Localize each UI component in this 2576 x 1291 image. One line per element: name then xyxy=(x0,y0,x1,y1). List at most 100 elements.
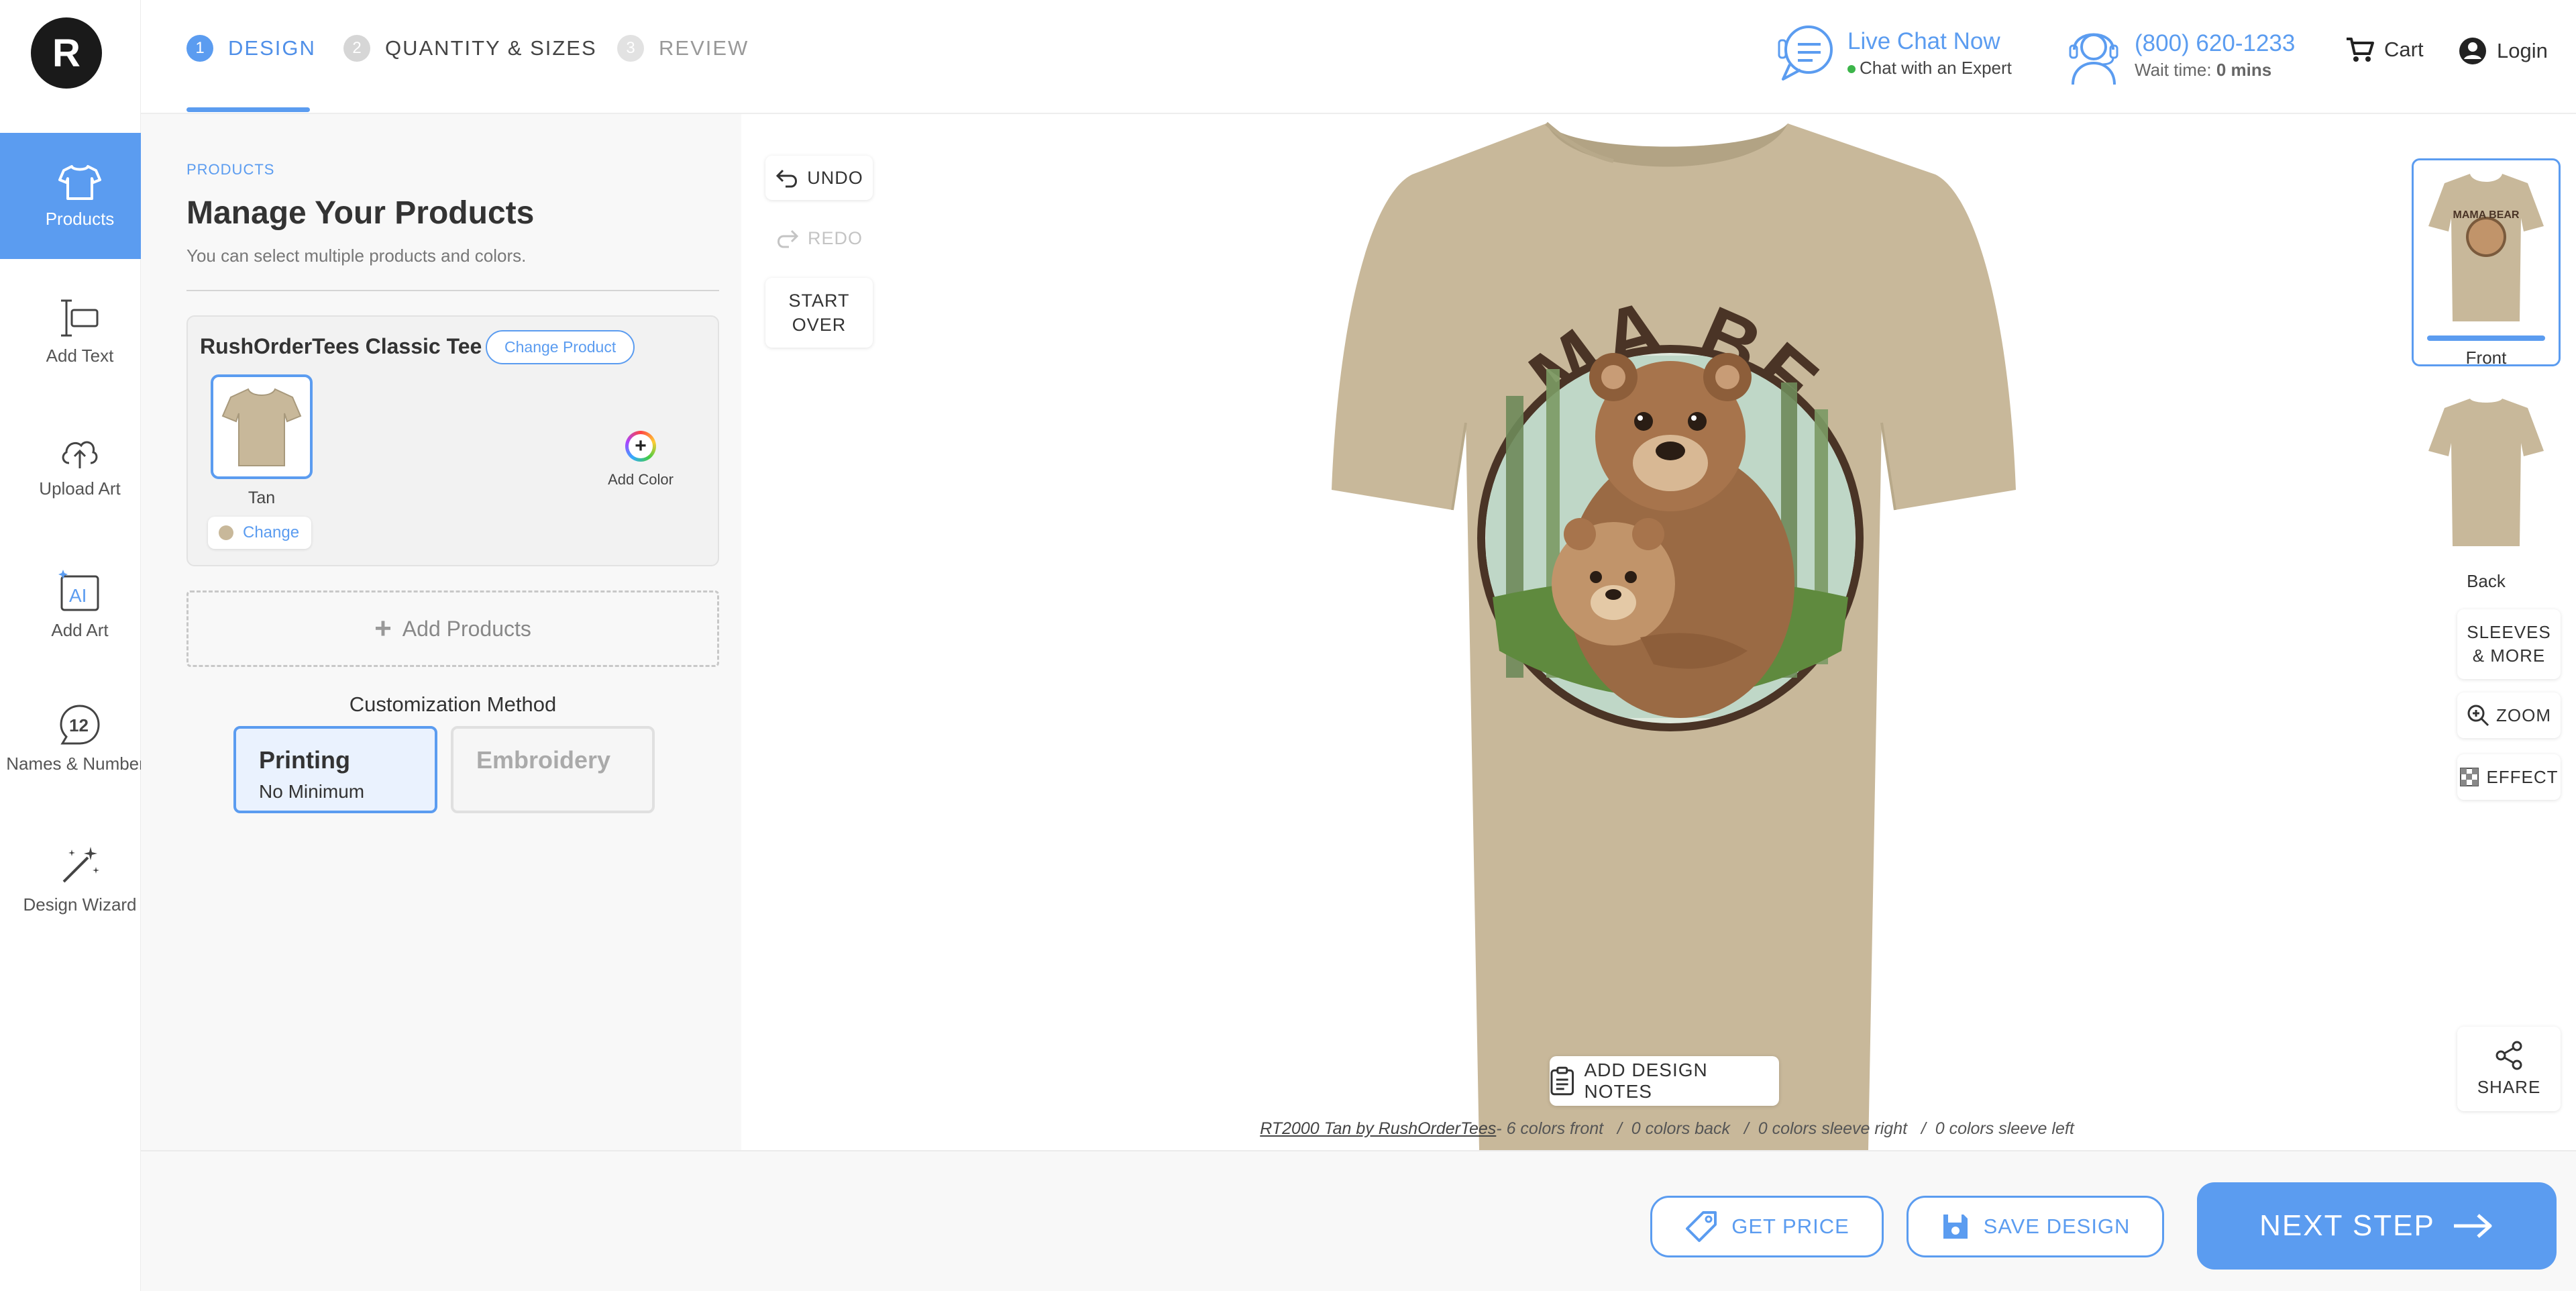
share-label: SHARE xyxy=(2477,1076,2541,1097)
share-icon xyxy=(2496,1041,2522,1070)
product-caption: RT2000 Tan by RushOrderTees- 6 colors fr… xyxy=(1231,1119,2103,1139)
color-swatch-tan[interactable] xyxy=(211,374,313,479)
headset-icon xyxy=(2069,33,2118,85)
panel-subtitle: You can select multiple products and col… xyxy=(186,246,527,266)
view-front-label: Front xyxy=(2465,348,2507,368)
sleeves-more-button[interactable]: SLEEVES & MORE xyxy=(2457,609,2561,679)
user-account-icon xyxy=(2459,38,2486,64)
rail-item-add-text[interactable]: Add Text xyxy=(0,268,160,395)
cart-link[interactable]: Cart xyxy=(2345,36,2424,63)
view-back-label: Back xyxy=(2467,571,2506,591)
phone-number: (800) 620-1233 xyxy=(2135,30,2296,56)
app-root: R Products Add Text Upload Art AI Add Ar… xyxy=(0,0,2576,1291)
sleeves-label-1: SLEEVES xyxy=(2467,621,2551,642)
back-view-thumbnail xyxy=(2428,399,2544,546)
method-name: Embroidery xyxy=(476,746,611,774)
product-name: RushOrderTees Classic Tee xyxy=(200,334,482,358)
add-color-icon: + xyxy=(625,431,656,462)
effect-label: EFFECT xyxy=(2486,766,2559,787)
chat-bubble-icon xyxy=(1778,25,1833,81)
bottom-action-bar: GET PRICE SAVE DESIGN NEXT STEP xyxy=(141,1150,2576,1291)
step-number: 3 xyxy=(617,35,644,62)
zoom-icon xyxy=(2467,705,2489,727)
active-step-indicator xyxy=(186,107,310,112)
method-embroidery[interactable]: Embroidery xyxy=(451,726,655,813)
change-product-button[interactable]: Change Product xyxy=(486,330,635,364)
next-step-button[interactable]: NEXT STEP xyxy=(2197,1182,2557,1270)
rail-item-names-numbers[interactable]: 12 Names & Numbers xyxy=(0,675,160,801)
undo-button[interactable]: UNDO xyxy=(765,156,873,200)
method-printing[interactable]: Printing No Minimum xyxy=(233,726,437,813)
rail-item-upload-art[interactable]: Upload Art xyxy=(0,403,160,529)
customization-method-label: Customization Method xyxy=(349,692,557,716)
wait-value: 0 mins xyxy=(2216,59,2272,80)
upload-cloud-icon xyxy=(62,441,98,468)
get-price-button[interactable]: GET PRICE xyxy=(1650,1196,1884,1257)
tshirt-thumbnail xyxy=(221,388,302,466)
start-over-button[interactable]: START OVER xyxy=(765,278,873,348)
step-label: QUANTITY & SIZES xyxy=(385,36,597,60)
step-label: DESIGN xyxy=(228,36,316,60)
online-dot xyxy=(1847,64,1856,73)
svg-text:MAMA BEAR: MAMA BEAR xyxy=(2453,209,2520,221)
breadcrumb: PRODUCTS xyxy=(186,161,275,178)
panel-title: Manage Your Products xyxy=(186,195,535,231)
products-panel: PRODUCTS Manage Your Products You can se… xyxy=(141,114,741,1150)
rail-item-design-wizard[interactable]: Design Wizard xyxy=(0,816,160,942)
rail-label-add-art: Add Art xyxy=(51,619,109,640)
svg-text:AI: AI xyxy=(69,585,87,606)
selected-view-indicator xyxy=(2427,335,2545,341)
method-name: Printing xyxy=(259,746,350,774)
arrow-right-icon xyxy=(2453,1214,2492,1238)
cart-icon xyxy=(2347,38,2374,62)
product-caption-link[interactable]: RT2000 Tan by RushOrderTees xyxy=(1260,1119,1496,1138)
color-dot xyxy=(219,525,233,540)
add-design-notes-button[interactable]: ADD DESIGN NOTES xyxy=(1550,1056,1779,1106)
zoom-label: ZOOM xyxy=(2496,705,2551,725)
view-back[interactable]: Back xyxy=(2412,385,2561,591)
add-products-button[interactable]: + Add Products xyxy=(186,590,719,667)
save-design-label: SAVE DESIGN xyxy=(1983,1215,2131,1238)
save-disk-icon xyxy=(1943,1215,1968,1239)
step-design[interactable]: 1 DESIGN xyxy=(186,35,316,62)
next-step-label: NEXT STEP xyxy=(2259,1209,2435,1242)
brand-logo[interactable]: R xyxy=(31,17,102,89)
rail-item-products[interactable]: Products xyxy=(0,133,160,259)
change-color-label: Change xyxy=(243,523,300,541)
phone-contact[interactable]: (800) 620-1233 Wait time: 0 mins xyxy=(2065,23,2295,87)
chat-subtitle: Chat with an Expert xyxy=(1860,57,2012,78)
plus-icon: + xyxy=(374,612,392,645)
save-design-button[interactable]: SAVE DESIGN xyxy=(1907,1196,2164,1257)
logo-letter: R xyxy=(52,31,80,75)
step-review[interactable]: 3 REVIEW xyxy=(617,35,749,62)
undo-label: UNDO xyxy=(807,167,863,188)
tshirt-front-image: MAMA BEAR xyxy=(1136,43,2016,1150)
share-button[interactable]: SHARE xyxy=(2457,1027,2561,1111)
step-quantity-sizes[interactable]: 2 QUANTITY & SIZES xyxy=(343,35,597,62)
shirt-mockup[interactable]: MAMA BEAR xyxy=(1136,43,2177,1150)
change-color-button[interactable]: Change xyxy=(208,517,312,549)
add-color-button[interactable]: + Add Color xyxy=(590,431,691,488)
rail-item-add-art[interactable]: AI Add Art xyxy=(0,541,160,667)
start-over-label-2: OVER xyxy=(792,315,847,335)
divider xyxy=(186,290,719,291)
color-name: Tan xyxy=(248,488,276,507)
redo-icon xyxy=(777,229,799,248)
effect-button[interactable]: EFFECT xyxy=(2457,754,2561,800)
price-tag-icon xyxy=(1686,1211,1717,1242)
live-chat[interactable]: Live Chat Now Chat with an Expert xyxy=(1776,23,2012,83)
start-over-label-1: START xyxy=(788,290,850,311)
redo-button[interactable]: REDO xyxy=(765,216,873,260)
zoom-button[interactable]: ZOOM xyxy=(2457,692,2561,738)
login-link[interactable]: Login xyxy=(2458,36,2548,66)
method-note: No Minimum xyxy=(259,781,365,802)
ai-art-icon: AI xyxy=(58,569,99,611)
rail-label-names-numbers: Names & Numbers xyxy=(6,753,154,774)
add-products-label: Add Products xyxy=(402,616,531,641)
cart-label: Cart xyxy=(2384,38,2424,61)
tshirt-icon xyxy=(58,164,101,200)
undo-icon xyxy=(776,169,798,188)
numbers-icon: 12 xyxy=(60,705,100,745)
rail-label-products: Products xyxy=(45,208,115,229)
view-front[interactable]: MAMA BEAR Front xyxy=(2412,158,2561,368)
